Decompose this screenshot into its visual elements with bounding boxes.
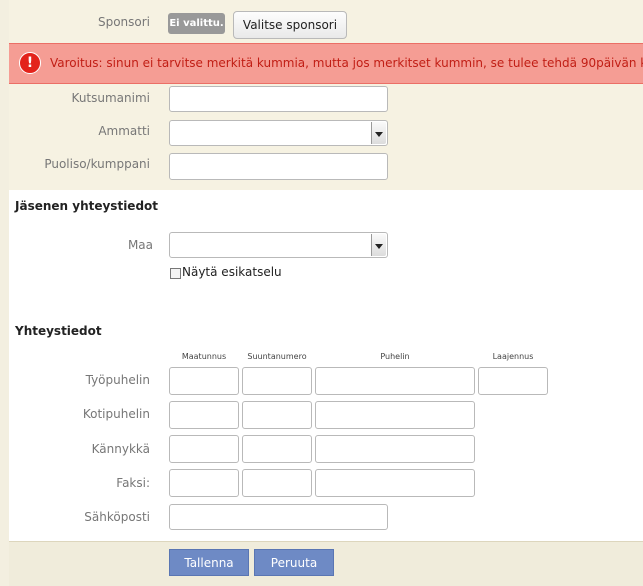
mobile-number-input[interactable] [315,435,475,463]
fax-number-input[interactable] [315,469,475,497]
work-phone-area-code-input[interactable] [242,367,312,395]
home-phone-label: Kotipuhelin [82,407,150,421]
work-phone-number-input[interactable] [315,367,475,395]
spouse-label: Puoliso/kumppani [44,157,150,171]
member-form: Sponsori Ei valittu. Valitse sponsori ! … [0,0,643,586]
home-phone-area-code-input[interactable] [242,401,312,429]
country-label: Maa [127,238,153,252]
chevron-down-icon[interactable] [371,234,386,256]
country-select[interactable] [169,232,388,258]
column-header-phone: Puhelin [380,352,410,361]
warning-icon: ! [19,52,41,74]
home-phone-number-input[interactable] [315,401,475,429]
work-phone-label: Työpuhelin [85,373,150,387]
save-button[interactable]: Tallenna [169,549,249,576]
column-header-country-code: Maatunnus [181,352,227,361]
home-phone-country-code-input[interactable] [169,401,239,429]
column-header-area-code: Suuntanumero [247,352,307,361]
preview-checkbox[interactable] [170,268,181,279]
email-label: Sähköposti [84,510,150,524]
left-border [0,0,9,586]
occupation-label: Ammatti [98,124,150,138]
mobile-country-code-input[interactable] [169,435,239,463]
occupation-select[interactable] [169,120,388,146]
contact-info-title: Yhteystiedot [15,324,102,338]
spouse-input[interactable] [169,153,388,180]
cancel-button[interactable]: Peruuta [254,549,334,576]
sponsor-label: Sponsori [97,15,150,29]
member-contact-title: Jäsenen yhteystiedot [15,199,159,213]
nickname-label: Kutsumanimi [71,91,150,105]
sponsor-status-badge: Ei valittu. [168,13,225,34]
fax-country-code-input[interactable] [169,469,239,497]
preview-checkbox-label[interactable]: Näytä esikatselu [182,265,282,279]
mobile-phone-label: Kännykkä [91,442,150,456]
warning-text: Varoitus: sinun ei tarvitse merkitä kumm… [50,56,643,70]
fax-label: Faksi: [116,476,150,490]
chevron-down-icon[interactable] [371,122,386,144]
column-header-extension: Laajennus [492,352,534,361]
fax-area-code-input[interactable] [242,469,312,497]
select-sponsor-button[interactable]: Valitse sponsori [233,11,347,39]
email-input[interactable] [169,504,388,530]
mobile-area-code-input[interactable] [242,435,312,463]
work-phone-country-code-input[interactable] [169,367,239,395]
nickname-input[interactable] [169,86,388,112]
work-phone-extension-input[interactable] [478,367,548,395]
warning-banner: ! Varoitus: sinun ei tarvitse merkitä ku… [9,43,643,84]
